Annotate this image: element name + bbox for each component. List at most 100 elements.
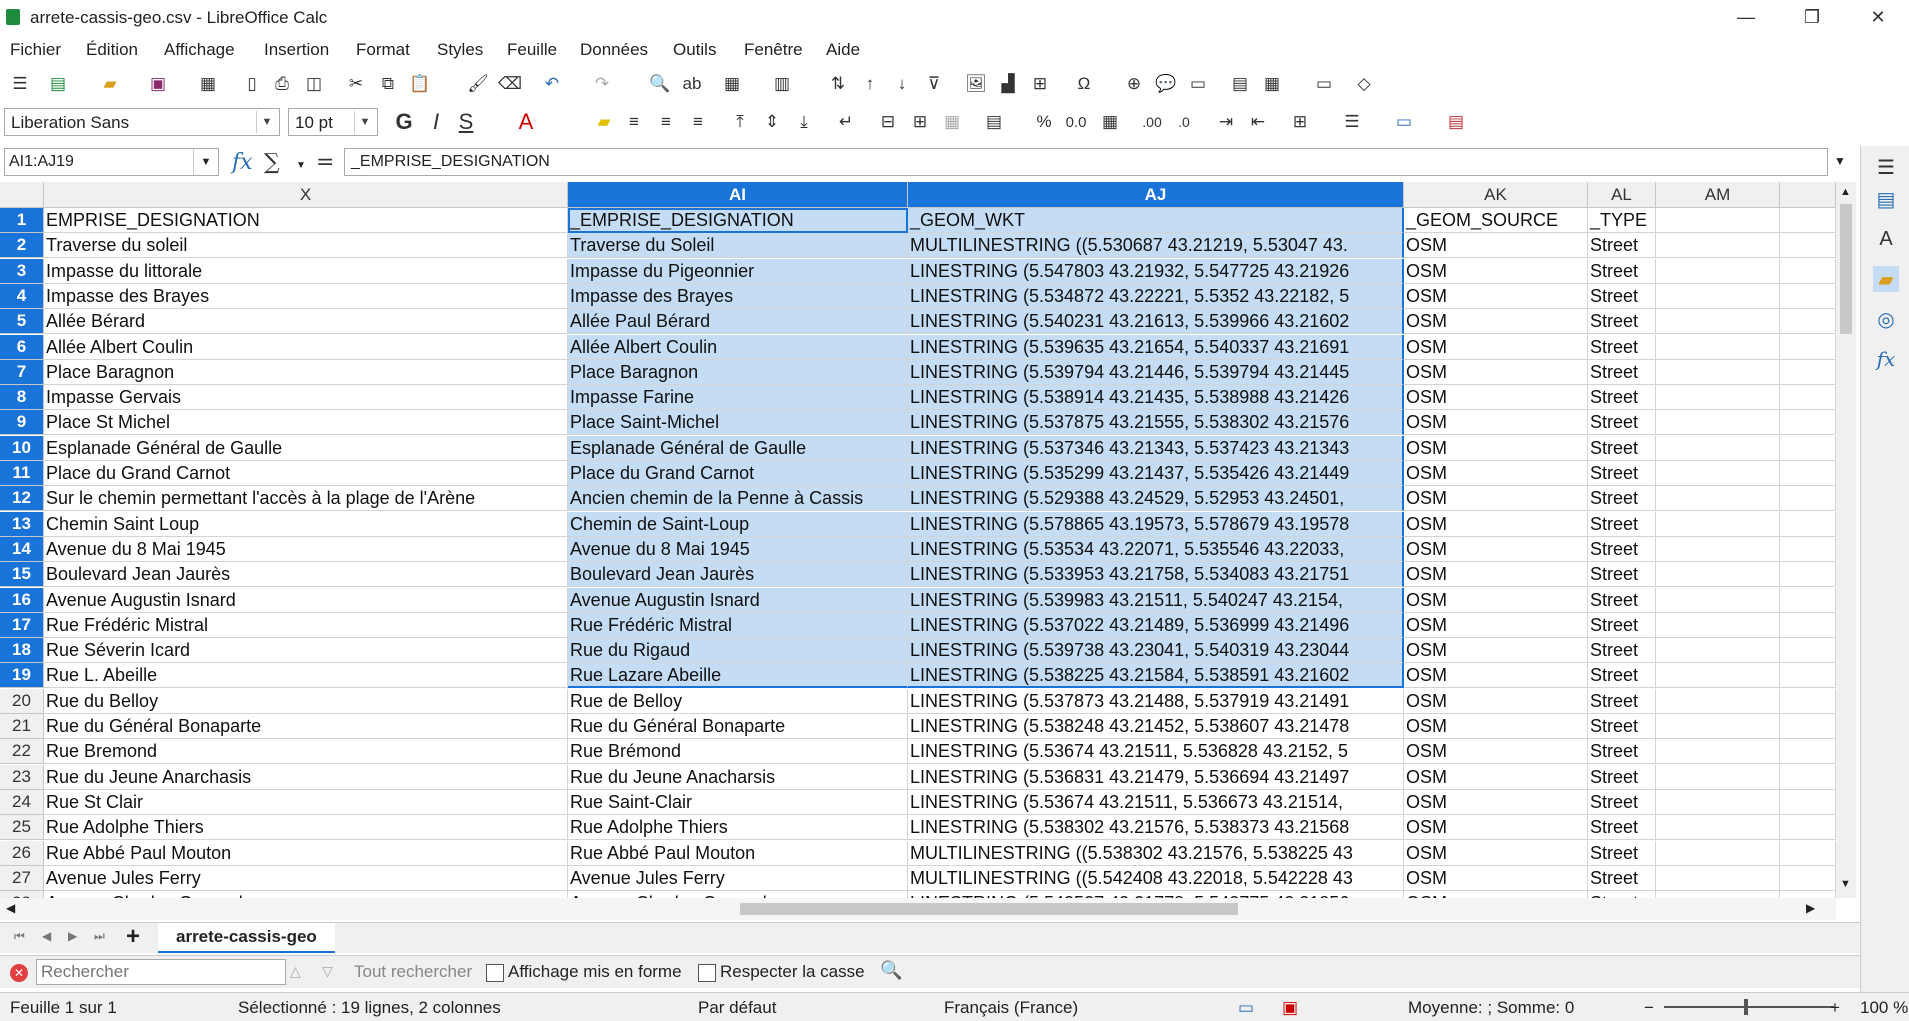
- cell-am[interactable]: [1656, 688, 1780, 714]
- cell-ak[interactable]: OSM: [1404, 511, 1588, 537]
- cell-x[interactable]: Rue L. Abeille: [44, 663, 568, 689]
- cell-ai[interactable]: Traverse du Soleil: [568, 233, 908, 259]
- cell-pad[interactable]: [1780, 714, 1836, 739]
- cell-pad[interactable]: [1780, 511, 1836, 537]
- row-header[interactable]: 26: [0, 840, 44, 866]
- styles-icon[interactable]: A: [1873, 226, 1899, 252]
- cell-pad[interactable]: [1780, 663, 1836, 689]
- zoom-in-icon[interactable]: +: [1830, 998, 1840, 1018]
- cell-ai[interactable]: Rue Abbé Paul Mouton: [568, 840, 908, 866]
- last-sheet-icon[interactable]: ⏭: [94, 929, 105, 944]
- cell-aj[interactable]: LINESTRING (5.53674 43.21511, 5.536828 4…: [908, 739, 1404, 765]
- cell-x[interactable]: Avenue du 8 Mai 1945: [44, 536, 568, 562]
- cell-pad[interactable]: [1780, 638, 1836, 664]
- zoom-out-icon[interactable]: −: [1644, 998, 1654, 1018]
- row-header[interactable]: 27: [0, 865, 44, 891]
- sidebar-toggle-icon[interactable]: ☰: [8, 72, 32, 96]
- align-left-icon[interactable]: ≡: [622, 110, 646, 134]
- cell-am[interactable]: [1656, 283, 1780, 309]
- cell-ak[interactable]: OSM: [1404, 638, 1588, 664]
- find-all-button[interactable]: Tout rechercher: [354, 962, 472, 982]
- cell-aj[interactable]: LINESTRING (5.539635 43.21654, 5.540337 …: [908, 334, 1404, 360]
- decrease-indent-icon[interactable]: ⇤: [1246, 110, 1270, 134]
- properties-icon[interactable]: ▤: [1873, 186, 1899, 212]
- cell-am[interactable]: [1656, 739, 1780, 765]
- cell-pad[interactable]: [1780, 815, 1836, 841]
- row-header[interactable]: 25: [0, 815, 44, 841]
- cell-pad[interactable]: [1780, 208, 1836, 233]
- cell-al[interactable]: Street: [1588, 435, 1656, 461]
- row-header[interactable]: 15: [0, 562, 44, 588]
- cell-am[interactable]: [1656, 865, 1780, 891]
- menu-format[interactable]: Format: [356, 40, 410, 60]
- cell-ai[interactable]: Rue Brémond: [568, 739, 908, 765]
- cell-am[interactable]: [1656, 334, 1780, 360]
- cell-aj[interactable]: LINESTRING (5.53674 43.21511, 5.536673 4…: [908, 789, 1404, 815]
- print-preview-icon[interactable]: ◫: [302, 72, 326, 96]
- menu-outils[interactable]: Outils: [673, 40, 716, 60]
- sidebar-menu-icon[interactable]: ☰: [1873, 154, 1899, 180]
- cell-x[interactable]: Rue du Général Bonaparte: [44, 714, 568, 739]
- align-center-icon[interactable]: ≡: [654, 110, 678, 134]
- row-header[interactable]: 3: [0, 258, 44, 284]
- zoom-slider[interactable]: [1664, 1006, 1834, 1008]
- row-header[interactable]: 8: [0, 385, 44, 411]
- cell-ai[interactable]: Avenue Charles Gounod: [568, 891, 908, 898]
- cell-aj[interactable]: LINESTRING (5.537875 43.21555, 5.538302 …: [908, 410, 1404, 436]
- cell-aj[interactable]: MULTILINESTRING ((5.530687 43.21219, 5.5…: [908, 233, 1404, 259]
- cell-pad[interactable]: [1780, 587, 1836, 613]
- cell-x[interactable]: Avenue Augustin Isnard: [44, 587, 568, 613]
- header-footer-icon[interactable]: ▭: [1186, 72, 1210, 96]
- cell-am[interactable]: [1656, 714, 1780, 739]
- split-window-icon[interactable]: ▭: [1312, 72, 1336, 96]
- cell-x[interactable]: Rue Bremond: [44, 739, 568, 765]
- sort-icon[interactable]: ⇅: [826, 72, 850, 96]
- comment-icon[interactable]: 💬: [1154, 72, 1178, 96]
- cell-pad[interactable]: [1780, 486, 1836, 512]
- cell-al[interactable]: Street: [1588, 865, 1656, 891]
- cell-al[interactable]: Street: [1588, 385, 1656, 411]
- cell-x[interactable]: Sur le chemin permettant l'accès à la pl…: [44, 486, 568, 512]
- date-format-icon[interactable]: ▦: [1098, 110, 1122, 134]
- cell-al[interactable]: Street: [1588, 410, 1656, 436]
- cell-x[interactable]: Impasse Gervais: [44, 385, 568, 411]
- menu-fenetre[interactable]: Fenêtre: [744, 40, 803, 60]
- cell-al[interactable]: Street: [1588, 359, 1656, 385]
- function-wizard-icon[interactable]: fx: [232, 150, 253, 175]
- row-header[interactable]: 1: [0, 208, 44, 233]
- cell-ak[interactable]: OSM: [1404, 840, 1588, 866]
- cell-am[interactable]: [1656, 435, 1780, 461]
- cell-am[interactable]: [1656, 511, 1780, 537]
- cell-pad[interactable]: [1780, 334, 1836, 360]
- menu-edition[interactable]: Édition: [86, 40, 138, 60]
- copy-icon[interactable]: ⧉: [376, 72, 400, 96]
- cell-aj[interactable]: LINESTRING (5.538248 43.21452, 5.538607 …: [908, 714, 1404, 739]
- cell-ai[interactable]: Rue Frédéric Mistral: [568, 612, 908, 638]
- cell-ak[interactable]: OSM: [1404, 435, 1588, 461]
- cell-x[interactable]: Rue Adolphe Thiers: [44, 815, 568, 841]
- column-header-ai[interactable]: AI: [568, 182, 908, 208]
- row-header[interactable]: 13: [0, 511, 44, 537]
- cell-aj[interactable]: LINESTRING (5.539983 43.21511, 5.540247 …: [908, 587, 1404, 613]
- row-header[interactable]: 24: [0, 789, 44, 815]
- cell-aj[interactable]: LINESTRING (5.537873 43.21488, 5.537919 …: [908, 688, 1404, 714]
- cell-pad[interactable]: [1780, 258, 1836, 284]
- save-remote-icon[interactable]: ▦: [196, 72, 220, 96]
- cell-al[interactable]: Street: [1588, 815, 1656, 841]
- zoom-level[interactable]: 100 %: [1860, 998, 1908, 1018]
- cell-al[interactable]: Street: [1588, 233, 1656, 259]
- cell-pad[interactable]: [1780, 536, 1836, 562]
- cell-al[interactable]: Street: [1588, 334, 1656, 360]
- undo-icon[interactable]: ↶: [540, 72, 564, 96]
- underline-icon[interactable]: S: [454, 109, 478, 134]
- cell-am[interactable]: [1656, 385, 1780, 411]
- special-character-icon[interactable]: Ω: [1072, 72, 1096, 96]
- status-language[interactable]: Français (France): [944, 998, 1078, 1018]
- menu-donnees[interactable]: Données: [580, 40, 648, 60]
- cell-al[interactable]: Street: [1588, 258, 1656, 284]
- cell-al[interactable]: Street: [1588, 536, 1656, 562]
- row-header[interactable]: 21: [0, 714, 44, 739]
- hyperlink-icon[interactable]: ⊕: [1122, 72, 1146, 96]
- cell-x[interactable]: Rue Séverin Icard: [44, 638, 568, 664]
- row-header[interactable]: 22: [0, 739, 44, 765]
